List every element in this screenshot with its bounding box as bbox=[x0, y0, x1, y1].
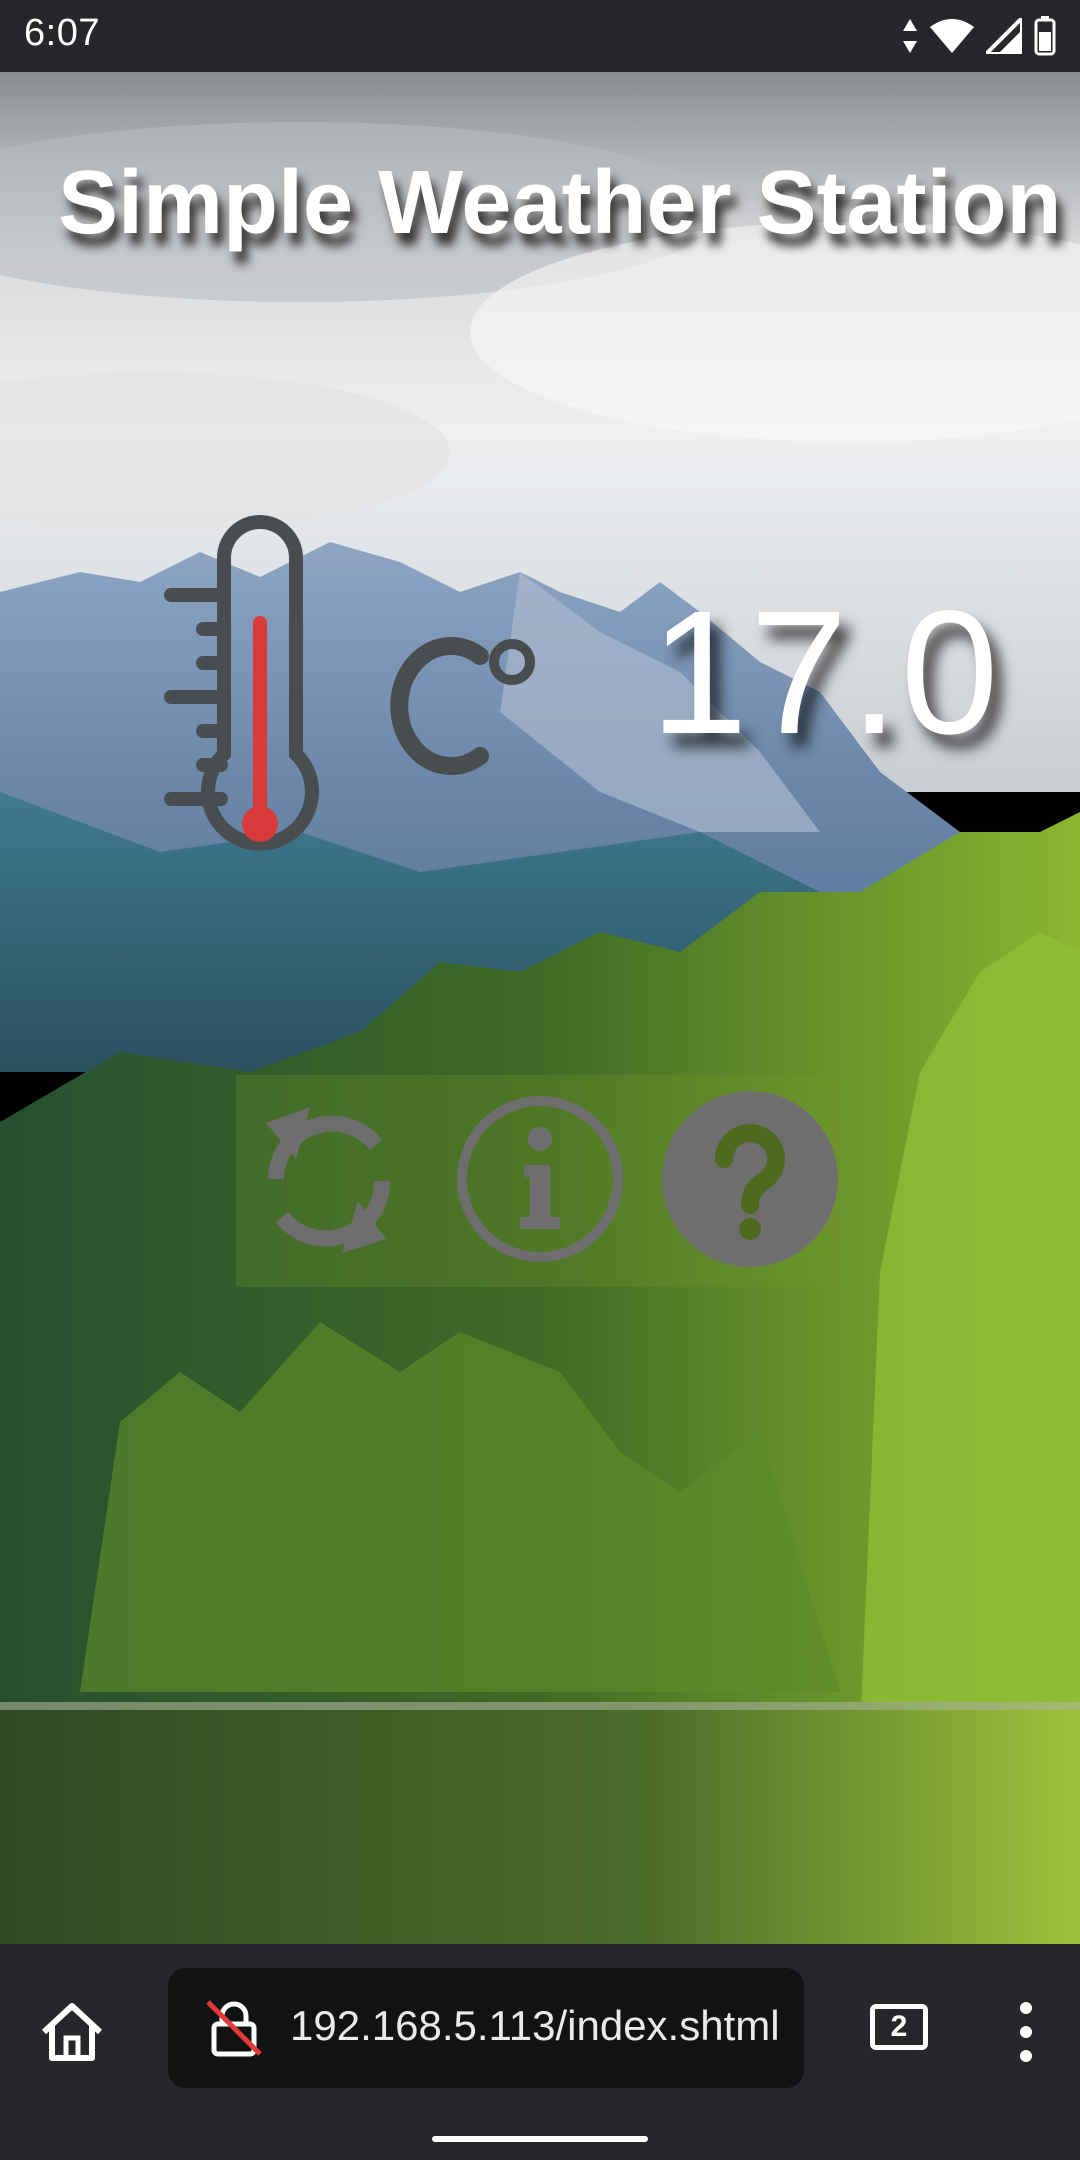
url-text: 192.168.5.113/index.shtml bbox=[290, 2002, 780, 2049]
gesture-navigation-bar[interactable] bbox=[432, 2136, 648, 2142]
refresh-icon bbox=[266, 1107, 391, 1253]
not-secure-lock-icon[interactable] bbox=[204, 1998, 264, 2058]
info-button[interactable] bbox=[450, 1089, 630, 1269]
help-button[interactable] bbox=[660, 1089, 840, 1269]
browser-toolbar: 192.168.5.113/index.shtml 2 bbox=[0, 1944, 1080, 2160]
action-button-panel bbox=[236, 1075, 840, 1287]
status-icons bbox=[902, 14, 1056, 58]
web-content: Simple Weather Station 17.0 bbox=[0, 72, 1080, 1944]
home-icon[interactable] bbox=[36, 1996, 108, 2068]
tabs-button[interactable]: 2 bbox=[870, 2004, 928, 2050]
status-time: 6:07 bbox=[24, 12, 100, 54]
celsius-icon bbox=[390, 637, 535, 775]
status-bar: 6:07 bbox=[0, 0, 1080, 72]
data-arrows-icon bbox=[903, 19, 917, 53]
help-icon bbox=[662, 1091, 838, 1267]
background-landscape-image bbox=[0, 72, 1080, 1944]
page-title: Simple Weather Station bbox=[58, 153, 1062, 253]
thermometer-icon bbox=[164, 514, 319, 851]
signal-icon bbox=[986, 18, 1022, 54]
battery-icon bbox=[1034, 16, 1056, 56]
temperature-value: 17.0 bbox=[650, 575, 1001, 771]
info-icon bbox=[457, 1096, 623, 1262]
refresh-button[interactable] bbox=[236, 1089, 416, 1269]
address-bar[interactable]: 192.168.5.113/index.shtml bbox=[168, 1968, 804, 2088]
more-menu-icon[interactable] bbox=[1004, 1996, 1048, 2068]
wifi-icon bbox=[930, 19, 974, 53]
